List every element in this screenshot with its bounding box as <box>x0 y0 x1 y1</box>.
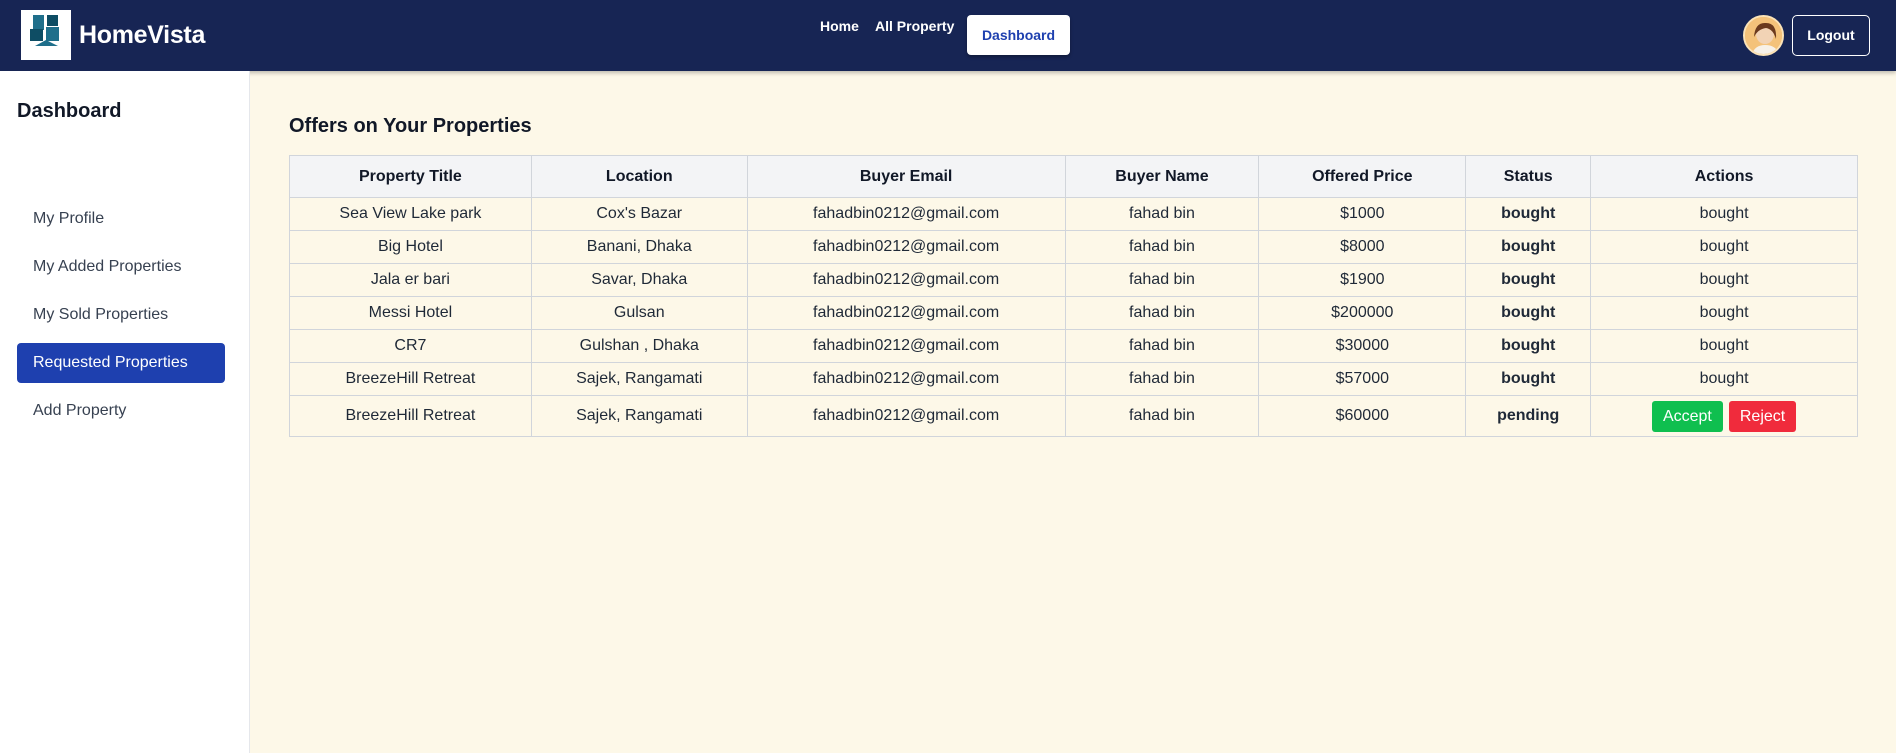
cell-location: Sajek, Rangamati <box>530 362 748 396</box>
cell-buyer-name: fahad bin <box>1064 362 1260 396</box>
nav-dashboard-button[interactable]: Dashboard <box>967 15 1070 55</box>
cell-property-title: Big Hotel <box>289 230 532 264</box>
table-row: BreezeHill Retreat Sajek, Rangamati faha… <box>289 395 1858 437</box>
avatar-image-icon <box>1745 17 1782 54</box>
offers-table: Property Title Location Buyer Email Buye… <box>289 155 1858 437</box>
cell-offered-price: $57000 <box>1258 362 1467 396</box>
column-header-offered-price: Offered Price <box>1258 155 1467 198</box>
cell-offered-price: $1000 <box>1258 197 1467 231</box>
cell-buyer-name: fahad bin <box>1064 296 1260 330</box>
cell-property-title: CR7 <box>289 329 532 363</box>
cell-buyer-email: fahadbin0212@gmail.com <box>746 395 1066 437</box>
sidebar: Dashboard My Profile My Added Properties… <box>0 71 250 753</box>
column-header-buyer-email: Buyer Email <box>746 155 1066 198</box>
cell-offered-price: $30000 <box>1258 329 1467 363</box>
page-title: Offers on Your Properties <box>289 115 532 137</box>
cell-offered-price: $200000 <box>1258 296 1467 330</box>
cell-action-status: bought <box>1590 362 1858 396</box>
cell-action-status: bought <box>1590 263 1858 297</box>
cell-buyer-email: fahadbin0212@gmail.com <box>746 197 1066 231</box>
cell-location: Savar, Dhaka <box>530 263 748 297</box>
table-row: Messi Hotel Gulsan fahadbin0212@gmail.co… <box>289 296 1858 330</box>
accept-button[interactable]: Accept <box>1651 400 1723 432</box>
cell-buyer-name: fahad bin <box>1064 197 1260 231</box>
cell-action-status: bought <box>1590 230 1858 264</box>
sidebar-item-add-property[interactable]: Add Property <box>17 391 225 431</box>
cell-status: bought <box>1465 230 1592 264</box>
cell-location: Cox's Bazar <box>530 197 748 231</box>
cell-offered-price: $8000 <box>1258 230 1467 264</box>
column-header-actions: Actions <box>1590 155 1858 198</box>
cell-status: pending <box>1465 395 1592 437</box>
cell-buyer-email: fahadbin0212@gmail.com <box>746 296 1066 330</box>
column-header-buyer-name: Buyer Name <box>1064 155 1260 198</box>
table-row: CR7 Gulshan , Dhaka fahadbin0212@gmail.c… <box>289 329 1858 363</box>
cell-location: Banani, Dhaka <box>530 230 748 264</box>
cell-buyer-name: fahad bin <box>1064 329 1260 363</box>
cell-buyer-email: fahadbin0212@gmail.com <box>746 230 1066 264</box>
table-row: Sea View Lake park Cox's Bazar fahadbin0… <box>289 197 1858 231</box>
homevista-logo[interactable] <box>21 10 71 60</box>
cell-buyer-email: fahadbin0212@gmail.com <box>746 329 1066 363</box>
navbar: HomeVista Home All Property Dashboard Lo… <box>0 0 1896 71</box>
cell-buyer-email: fahadbin0212@gmail.com <box>746 362 1066 396</box>
table-row: Jala er bari Savar, Dhaka fahadbin0212@g… <box>289 263 1858 297</box>
sidebar-item-my-profile[interactable]: My Profile <box>17 199 225 239</box>
table-row: Big Hotel Banani, Dhaka fahadbin0212@gma… <box>289 230 1858 264</box>
table-header-row: Property Title Location Buyer Email Buye… <box>289 155 1858 198</box>
sidebar-item-my-sold-properties[interactable]: My Sold Properties <box>17 295 225 335</box>
house-logo-icon <box>30 15 59 46</box>
column-header-location: Location <box>530 155 748 198</box>
cell-location: Gulshan , Dhaka <box>530 329 748 363</box>
sidebar-title: Dashboard <box>17 100 122 122</box>
cell-property-title: Messi Hotel <box>289 296 532 330</box>
column-header-status: Status <box>1465 155 1592 198</box>
cell-status: bought <box>1465 362 1592 396</box>
cell-property-title: Jala er bari <box>289 263 532 297</box>
cell-buyer-name: fahad bin <box>1064 395 1260 437</box>
cell-status: bought <box>1465 197 1592 231</box>
logout-button[interactable]: Logout <box>1792 15 1870 56</box>
column-header-property-title: Property Title <box>289 155 532 198</box>
cell-action-status: bought <box>1590 197 1858 231</box>
cell-offered-price: $1900 <box>1258 263 1467 297</box>
cell-buyer-name: fahad bin <box>1064 263 1260 297</box>
cell-status: bought <box>1465 296 1592 330</box>
cell-buyer-email: fahadbin0212@gmail.com <box>746 263 1066 297</box>
brand-name[interactable]: HomeVista <box>79 20 205 50</box>
cell-action-status: bought <box>1590 329 1858 363</box>
cell-offered-price: $60000 <box>1258 395 1467 437</box>
cell-property-title: BreezeHill Retreat <box>289 395 532 437</box>
user-avatar[interactable] <box>1743 15 1784 56</box>
nav-home-link[interactable]: Home <box>820 17 859 35</box>
sidebar-item-requested-properties[interactable]: Requested Properties <box>17 343 225 383</box>
cell-property-title: Sea View Lake park <box>289 197 532 231</box>
table-row: BreezeHill Retreat Sajek, Rangamati faha… <box>289 362 1858 396</box>
nav-all-property-link[interactable]: All Property <box>875 17 954 35</box>
sidebar-item-my-added-properties[interactable]: My Added Properties <box>17 247 225 287</box>
cell-status: bought <box>1465 263 1592 297</box>
cell-location: Sajek, Rangamati <box>530 395 748 437</box>
cell-actions: Accept Reject <box>1590 395 1858 437</box>
cell-buyer-name: fahad bin <box>1064 230 1260 264</box>
cell-action-status: bought <box>1590 296 1858 330</box>
reject-button[interactable]: Reject <box>1728 400 1797 432</box>
cell-location: Gulsan <box>530 296 748 330</box>
cell-status: bought <box>1465 329 1592 363</box>
cell-property-title: BreezeHill Retreat <box>289 362 532 396</box>
